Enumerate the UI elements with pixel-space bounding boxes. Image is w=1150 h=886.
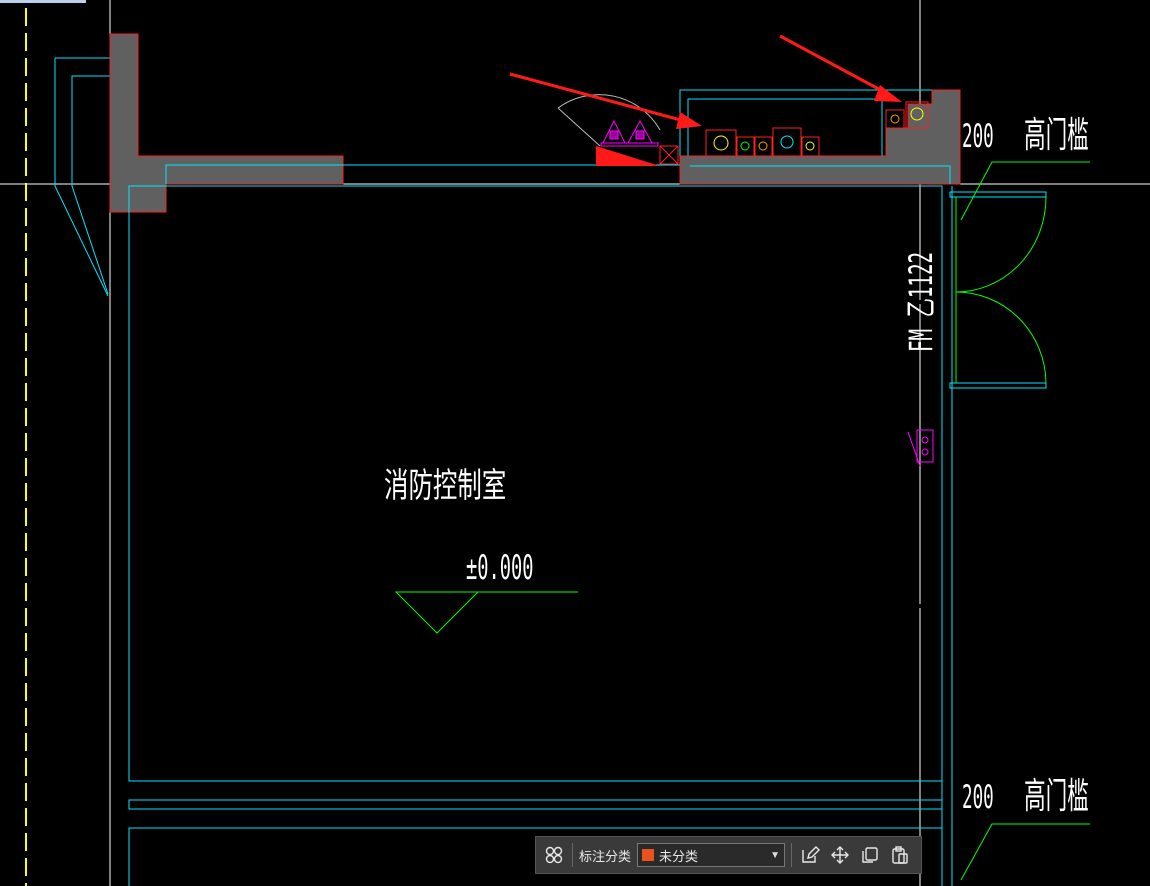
threshold-text-top: 高门槛 bbox=[1024, 113, 1089, 155]
paste-icon[interactable] bbox=[888, 843, 912, 867]
door-swing-arc-top bbox=[955, 196, 1047, 293]
leader-threshold-top bbox=[960, 161, 1090, 221]
corridor-band bbox=[128, 799, 943, 810]
door-label: FM 乙1122 bbox=[904, 252, 940, 352]
room-outline-outer bbox=[128, 185, 943, 782]
room-name: 消防控制室 bbox=[384, 466, 506, 505]
cyan-outline-left-inner bbox=[54, 58, 109, 297]
annotation-marker bbox=[596, 146, 660, 166]
leader-threshold-bottom bbox=[960, 823, 1090, 881]
door-frame-bottom bbox=[949, 382, 1047, 389]
category-color-swatch bbox=[642, 849, 655, 861]
threshold-number-top: 200 bbox=[962, 118, 994, 155]
threshold-number-bottom: 200 bbox=[962, 779, 994, 816]
chevron-down-icon: ▼ bbox=[770, 849, 781, 861]
red-arrow-1 bbox=[509, 72, 702, 129]
wall-left bbox=[109, 33, 344, 213]
annotation-toolbar: 标注分类 未分类 ▼ bbox=[535, 836, 922, 874]
red-arrow-2 bbox=[779, 34, 902, 102]
door-swing-arc-bottom bbox=[955, 291, 1047, 384]
category-dropdown[interactable]: 未分类 ▼ bbox=[637, 843, 786, 867]
category-label: 标注分类 bbox=[579, 848, 632, 864]
arc-leg bbox=[557, 107, 601, 147]
grid-icon[interactable] bbox=[542, 843, 566, 867]
toolbar-divider bbox=[572, 843, 573, 867]
elevation-symbol bbox=[394, 591, 578, 634]
elevation-label: ±0.000 bbox=[466, 549, 534, 587]
toolbar-divider bbox=[791, 843, 793, 867]
door-frame-top bbox=[949, 191, 1047, 198]
category-value: 未分类 bbox=[659, 848, 699, 864]
copy-icon[interactable] bbox=[858, 843, 882, 867]
cad-drawing-canvas[interactable]: 消防控制室 ±0.000 FM 乙1122 200 高门槛 200 高门槛 bbox=[0, 0, 1150, 886]
threshold-text-bottom: 高门槛 bbox=[1024, 774, 1089, 816]
edit-icon[interactable] bbox=[798, 843, 822, 867]
move-icon[interactable] bbox=[828, 843, 852, 867]
wall-right bbox=[679, 89, 961, 185]
